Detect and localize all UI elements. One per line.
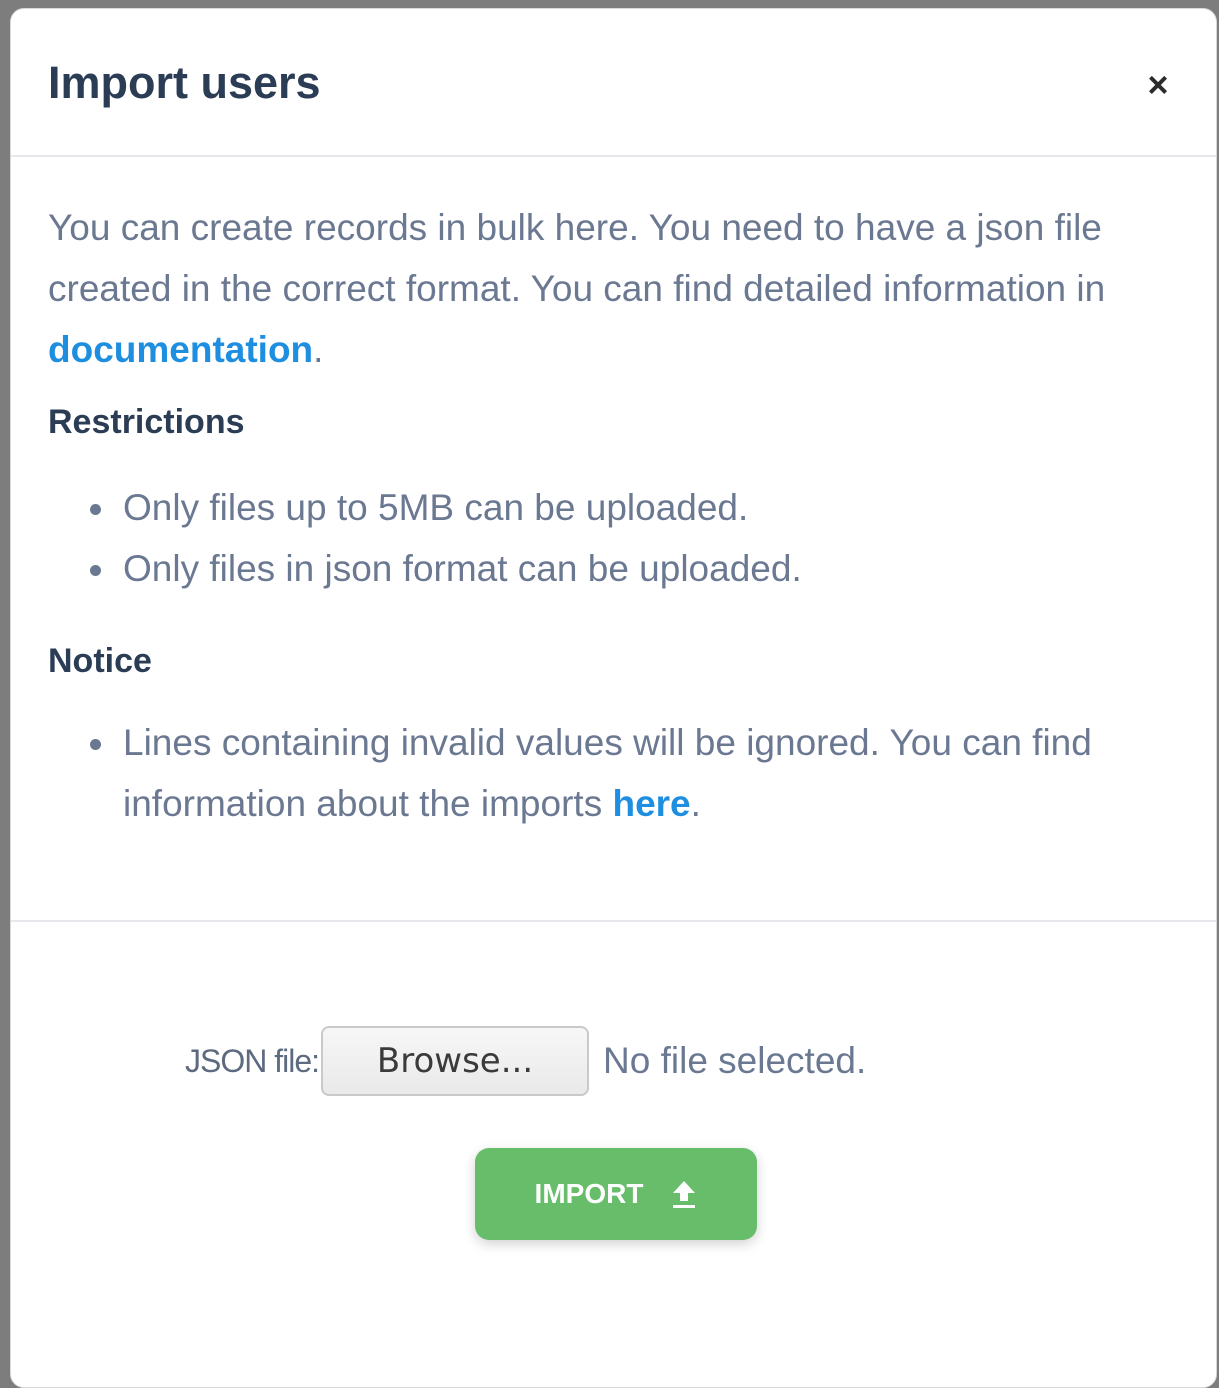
modal-footer: JSON file: Browse... No file selected. I… bbox=[11, 922, 1216, 1382]
json-file-label: JSON file: bbox=[185, 1042, 320, 1079]
intro-text: You can create records in bulk here. You… bbox=[48, 207, 1106, 309]
notice-title: Notice bbox=[48, 642, 152, 680]
restrictions-list: Only files up to 5MB can be uploaded. On… bbox=[90, 477, 1183, 599]
notice-end: . bbox=[690, 783, 701, 824]
list-item: Only files in json format can be uploade… bbox=[90, 538, 1183, 599]
upload-icon bbox=[671, 1179, 697, 1209]
browse-button[interactable]: Browse... bbox=[321, 1026, 590, 1096]
list-item: Only files up to 5MB can be uploaded. bbox=[90, 477, 1183, 538]
import-button[interactable]: IMPORT bbox=[475, 1148, 757, 1240]
modal-title: Import users bbox=[48, 57, 321, 108]
file-status: No file selected. bbox=[603, 1040, 867, 1081]
import-users-modal: Import users × You can create records in… bbox=[10, 8, 1217, 1388]
restrictions-title: Restrictions bbox=[48, 403, 245, 441]
file-input-row: JSON file: Browse... No file selected. bbox=[185, 1026, 866, 1096]
modal-body: You can create records in bulk here. You… bbox=[11, 157, 1216, 922]
intro-end: . bbox=[313, 329, 324, 370]
close-button[interactable]: × bbox=[1138, 65, 1178, 105]
notice-text: Lines containing invalid values will be … bbox=[123, 722, 1092, 824]
close-icon: × bbox=[1147, 64, 1169, 105]
documentation-link[interactable]: documentation bbox=[48, 329, 313, 370]
notice-list: Lines containing invalid values will be … bbox=[90, 712, 1183, 834]
intro-paragraph: You can create records in bulk here. You… bbox=[48, 197, 1168, 380]
import-label: IMPORT bbox=[534, 1178, 644, 1209]
list-item: Lines containing invalid values will be … bbox=[90, 712, 1183, 834]
imports-here-link[interactable]: here bbox=[612, 783, 690, 824]
modal-header: Import users × bbox=[11, 9, 1216, 157]
